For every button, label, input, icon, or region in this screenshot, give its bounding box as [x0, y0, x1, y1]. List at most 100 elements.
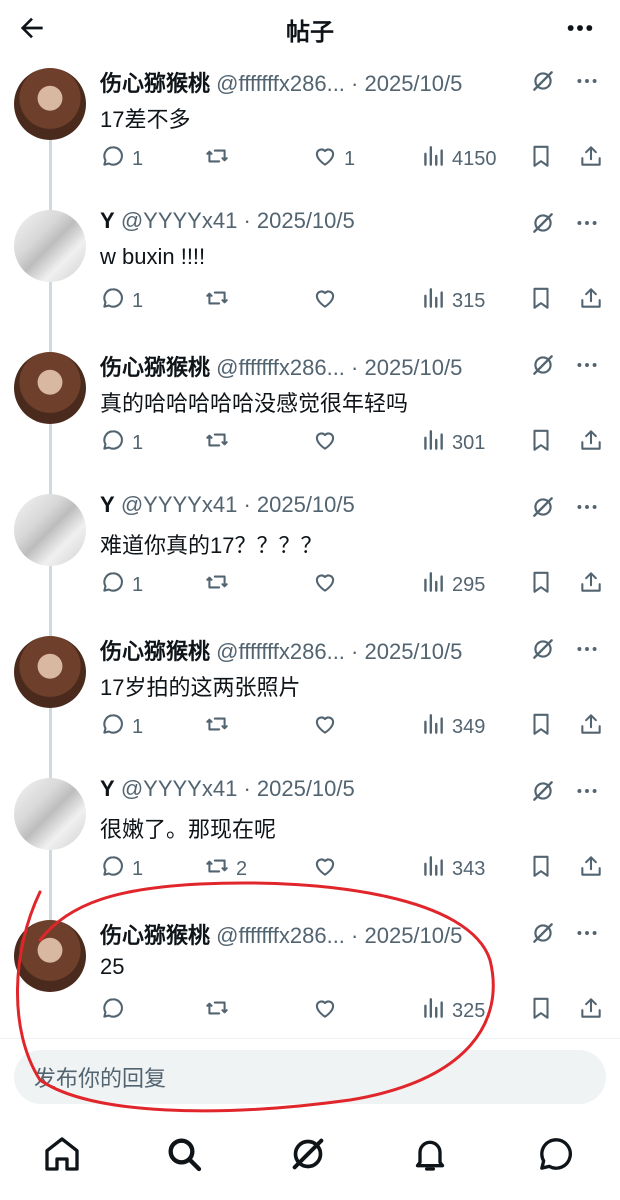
bookmark-button[interactable]: [528, 712, 554, 742]
more-icon[interactable]: [574, 210, 600, 236]
like-button[interactable]: [312, 428, 344, 458]
reply-icon: [100, 995, 126, 1027]
share-button[interactable]: [578, 144, 604, 174]
display-name[interactable]: 伤心猕猴桃: [100, 639, 210, 664]
display-name[interactable]: Y: [100, 492, 115, 517]
tweet[interactable]: 伤心猕猴桃 @fffffffx286... · 2025/10/5 真的哈哈哈哈…: [0, 342, 620, 484]
views-button[interactable]: 349: [420, 712, 485, 742]
tweet[interactable]: 伤心猕猴桃 @fffffffx286... · 2025/10/5 25 325: [0, 910, 620, 1052]
reply-button[interactable]: 1: [100, 428, 143, 458]
views-button[interactable]: 315: [420, 286, 485, 316]
grok-icon[interactable]: [530, 494, 556, 520]
like-button[interactable]: [312, 570, 344, 600]
more-icon[interactable]: [574, 68, 600, 94]
tweet[interactable]: Y @YYYYx41 · 2025/10/5 难道你真的17？？？？ 1 295: [0, 484, 620, 626]
like-button[interactable]: 1: [312, 144, 355, 174]
grok-icon[interactable]: [530, 920, 556, 946]
views-button[interactable]: 301: [420, 428, 485, 458]
more-options-icon[interactable]: [562, 12, 598, 44]
display-name[interactable]: 伤心猕猴桃: [100, 71, 210, 96]
bookmark-button[interactable]: [528, 144, 554, 174]
more-icon[interactable]: [574, 494, 600, 520]
more-icon[interactable]: [574, 352, 600, 378]
retweet-button[interactable]: [204, 570, 236, 600]
home-icon[interactable]: [42, 1134, 82, 1174]
avatar[interactable]: [14, 352, 86, 424]
avatar[interactable]: [14, 920, 86, 992]
bookmark-button[interactable]: [528, 854, 554, 884]
avatar[interactable]: [14, 210, 86, 282]
bookmark-icon: [528, 285, 554, 317]
views-button[interactable]: 325: [420, 996, 485, 1026]
like-count: 1: [344, 147, 356, 170]
share-button[interactable]: [578, 286, 604, 316]
grok-icon[interactable]: [530, 636, 556, 662]
user-handle[interactable]: @fffffffx286...: [216, 71, 345, 96]
retweet-button[interactable]: [204, 428, 236, 458]
grok-icon[interactable]: [530, 210, 556, 236]
like-button[interactable]: [312, 996, 344, 1026]
user-handle[interactable]: @YYYYx41: [121, 776, 238, 801]
grok-icon[interactable]: [530, 352, 556, 378]
share-button[interactable]: [578, 996, 604, 1026]
view-count: 325: [452, 999, 486, 1022]
display-name[interactable]: Y: [100, 208, 115, 233]
user-handle[interactable]: @YYYYx41: [121, 208, 238, 233]
like-button[interactable]: [312, 712, 344, 742]
reply-button[interactable]: 1: [100, 570, 143, 600]
reply-icon: [100, 853, 126, 885]
like-button[interactable]: [312, 854, 344, 884]
bookmark-icon: [528, 711, 554, 743]
retweet-count: 2: [236, 857, 248, 880]
views-button[interactable]: 4150: [420, 144, 497, 174]
more-icon[interactable]: [574, 636, 600, 662]
tweet[interactable]: 伤心猕猴桃 @fffffffx286... · 2025/10/5 17差不多 …: [0, 58, 620, 200]
share-button[interactable]: [578, 570, 604, 600]
display-name[interactable]: Y: [100, 776, 115, 801]
reply-input[interactable]: 发布你的回复: [14, 1050, 606, 1104]
share-button[interactable]: [578, 854, 604, 884]
retweet-button[interactable]: [204, 712, 236, 742]
share-button[interactable]: [578, 712, 604, 742]
retweet-button[interactable]: [204, 144, 236, 174]
reply-button[interactable]: 1: [100, 854, 143, 884]
tweet[interactable]: Y @YYYYx41 · 2025/10/5 很嫩了。那现在呢 1 2 343: [0, 768, 620, 910]
bookmark-button[interactable]: [528, 286, 554, 316]
share-button[interactable]: [578, 428, 604, 458]
display-name[interactable]: 伤心猕猴桃: [100, 923, 210, 948]
more-icon[interactable]: [574, 778, 600, 804]
bookmark-button[interactable]: [528, 428, 554, 458]
reply-button[interactable]: 1: [100, 286, 143, 316]
reply-button[interactable]: [100, 996, 132, 1026]
avatar[interactable]: [14, 494, 86, 566]
reply-button[interactable]: 1: [100, 712, 143, 742]
avatar[interactable]: [14, 778, 86, 850]
like-button[interactable]: [312, 286, 344, 316]
user-handle[interactable]: @fffffffx286...: [216, 639, 345, 664]
more-icon[interactable]: [574, 920, 600, 946]
reply-button[interactable]: 1: [100, 144, 143, 174]
retweet-button[interactable]: 2: [204, 854, 247, 884]
bookmark-button[interactable]: [528, 570, 554, 600]
tweet-actions: 1 2 343: [100, 854, 610, 884]
search-icon[interactable]: [164, 1134, 204, 1174]
retweet-button[interactable]: [204, 996, 236, 1026]
retweet-button[interactable]: [204, 286, 236, 316]
avatar[interactable]: [14, 636, 86, 708]
views-button[interactable]: 295: [420, 570, 485, 600]
tweet[interactable]: 伤心猕猴桃 @fffffffx286... · 2025/10/5 17岁拍的这…: [0, 626, 620, 768]
retweet-icon: [204, 711, 230, 743]
views-button[interactable]: 343: [420, 854, 485, 884]
bookmark-button[interactable]: [528, 996, 554, 1026]
user-handle[interactable]: @fffffffx286...: [216, 923, 345, 948]
grok-icon[interactable]: [530, 68, 556, 94]
user-handle[interactable]: @fffffffx286...: [216, 355, 345, 380]
avatar[interactable]: [14, 68, 86, 140]
messages-icon[interactable]: [536, 1134, 576, 1174]
display-name[interactable]: 伤心猕猴桃: [100, 355, 210, 380]
tweet[interactable]: Y @YYYYx41 · 2025/10/5 w buxin !!!! 1 31…: [0, 200, 620, 342]
user-handle[interactable]: @YYYYx41: [121, 492, 238, 517]
grok-icon[interactable]: [530, 778, 556, 804]
grok-icon[interactable]: [288, 1134, 328, 1174]
notifications-icon[interactable]: [410, 1134, 450, 1174]
